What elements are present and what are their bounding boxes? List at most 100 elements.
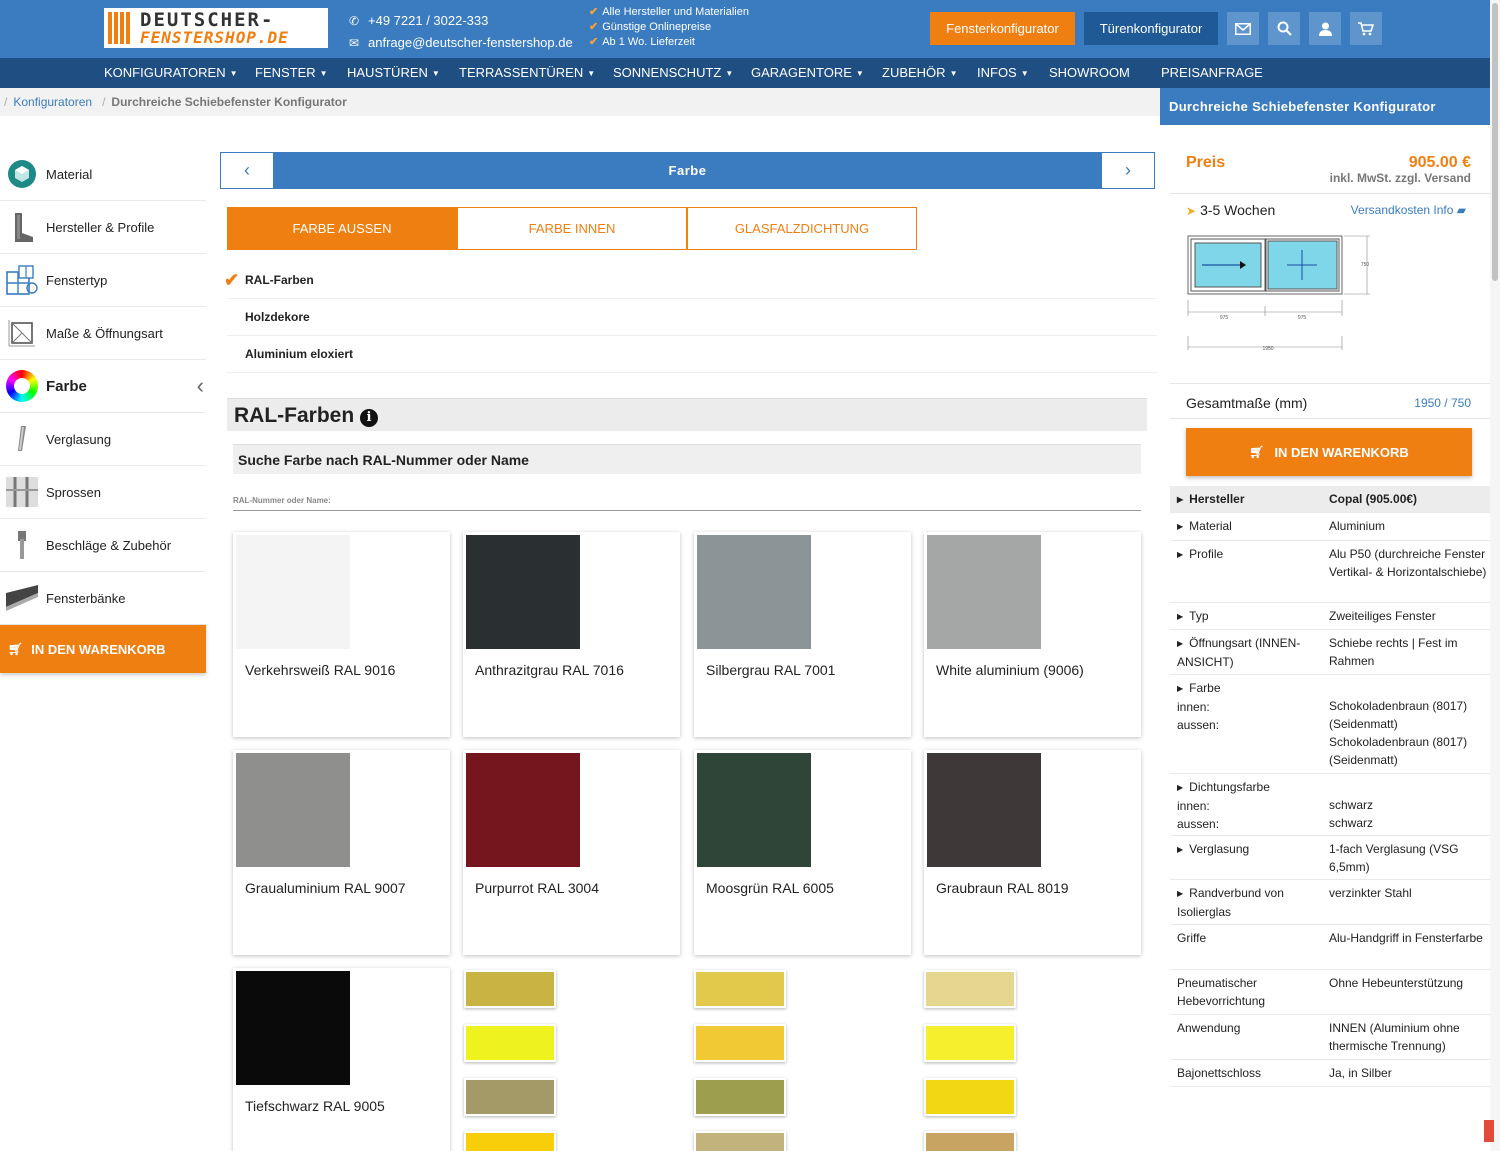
logo-line2: FENSTERSHOP.DE	[140, 27, 289, 47]
email-link[interactable]: anfrage@deutscher-fenstershop.de	[368, 35, 573, 50]
next-step-button[interactable]: ›	[1102, 153, 1154, 188]
spec-row[interactable]: ▶ Randverbund von Isolierglas verzinkter S…	[1170, 880, 1490, 925]
nav-item-konfiguratoren[interactable]: KONFIGURATOREN ▼	[104, 58, 238, 88]
step-sprossen[interactable]: Sprossen	[0, 466, 206, 519]
step-fenstertyp[interactable]: Fenstertyp	[0, 254, 206, 307]
spec-value: Schokoladenbraun (8017) (Seidenmatt) Sch…	[1329, 699, 1468, 767]
spec-key: Griffe	[1177, 931, 1207, 945]
color-swatch-tile[interactable]	[464, 1078, 556, 1116]
dimensions-icon	[4, 315, 40, 351]
spec-row[interactable]: ▶ Typ Zweiteiliges Fenster	[1170, 603, 1490, 630]
color-swatch-tile[interactable]	[694, 970, 786, 1008]
step-fensterbaenke[interactable]: Fensterbänke	[0, 572, 206, 625]
breadcrumb-link[interactable]: Konfiguratoren	[13, 95, 92, 109]
prev-step-button[interactable]: ‹	[221, 153, 273, 188]
search-input[interactable]	[233, 510, 1141, 511]
color-swatch	[466, 972, 554, 1006]
color-swatch-tile[interactable]	[924, 970, 1016, 1008]
color-card[interactable]: Tiefschwarz RAL 9005	[233, 968, 450, 1151]
tab-glasfalzdichtung[interactable]: GLASFALZDICHTUNG	[687, 207, 917, 250]
nav-item-fenster[interactable]: FENSTER ▼	[255, 58, 328, 88]
spec-row: Bajonettschloss Ja, in Silber	[1170, 1060, 1490, 1087]
spec-row[interactable]: ▶ Farbe innen: aussen: Schokoladenbraun (…	[1170, 675, 1490, 774]
color-swatch-tile[interactable]	[924, 1078, 1016, 1116]
color-swatch-tile[interactable]	[464, 970, 556, 1008]
color-swatch	[926, 1133, 1014, 1151]
user-icon[interactable]	[1309, 12, 1341, 45]
scrollbar-thumb[interactable]	[1492, 3, 1498, 281]
nav-item-garagentore[interactable]: GARAGENTORE ▼	[751, 58, 864, 88]
nav-item-terrassentueren[interactable]: TERRASSENTÜREN ▼	[459, 58, 595, 88]
shipping-info-link[interactable]: Versandkosten Info ▰	[1351, 203, 1466, 217]
color-card[interactable]: Moosgrün RAL 6005	[694, 750, 911, 955]
logo[interactable]: DEUTSCHER- FENSTERSHOP.DE	[104, 8, 328, 48]
step-farbe[interactable]: Farbe ‹	[0, 360, 206, 413]
color-swatch-tile[interactable]	[694, 1024, 786, 1062]
divider	[1170, 418, 1490, 419]
tab-farbe-aussen[interactable]: FARBE AUSSEN	[227, 207, 457, 250]
fensterkonfigurator-button[interactable]: Fensterkonfigurator	[930, 12, 1075, 45]
color-swatch-tile[interactable]	[924, 1024, 1016, 1062]
nav-item-zubehoer[interactable]: ZUBEHÖR ▼	[882, 58, 957, 88]
color-swatch	[927, 535, 1041, 649]
logo-mark-icon	[108, 12, 132, 44]
cart-icon[interactable]	[1350, 12, 1382, 45]
nav-item-infos[interactable]: INFOS ▼	[977, 58, 1029, 88]
spec-row[interactable]: ▶ Material Aluminium	[1170, 513, 1490, 541]
phone-number[interactable]: +49 7221 / 3022-333	[368, 13, 488, 28]
step-beschlaege-zubehoer[interactable]: Beschläge & Zubehör	[0, 519, 206, 572]
color-type-ral[interactable]: ✔ RAL-Farben	[224, 262, 1157, 299]
step-verglasung[interactable]: Verglasung	[0, 413, 206, 466]
color-card[interactable]: Silbergrau RAL 7001	[694, 532, 911, 737]
add-to-cart-button-sidebar[interactable]: 🛒︎ IN DEN WARENKORB	[1186, 428, 1472, 476]
divider	[1170, 193, 1490, 194]
spec-value: 1-fach Verglasung (VSG 6,5mm)	[1329, 842, 1459, 874]
search-icon[interactable]	[1268, 12, 1300, 45]
color-swatch-tile[interactable]	[464, 1024, 556, 1062]
delivery-time: ➤ 3-5 Wochen	[1186, 202, 1276, 218]
step-material[interactable]: Material	[0, 148, 206, 201]
color-swatch-tile[interactable]	[464, 1131, 556, 1151]
spec-row[interactable]: ▶ Dichtungsfarbe innen: aussen: schwarz s…	[1170, 774, 1490, 836]
color-card[interactable]: Purpurrot RAL 3004	[463, 750, 680, 955]
add-to-cart-button[interactable]: 🛒︎ IN DEN WARENKORB	[0, 625, 206, 673]
color-swatch-tile[interactable]	[694, 1131, 786, 1151]
spec-key: ▶ Material	[1177, 517, 1325, 536]
dim-left-label: 975	[1220, 315, 1229, 321]
nav-item-haustueren[interactable]: HAUSTÜREN ▼	[347, 58, 440, 88]
spec-row: Griffe Alu-Handgriff in Fensterfarbe	[1170, 925, 1490, 970]
color-swatch-tile[interactable]	[924, 1131, 1016, 1151]
expand-arrow-icon: ▶	[1177, 550, 1184, 559]
color-type-holzdekore[interactable]: Holzdekore	[227, 299, 1157, 336]
dim-total-label: 1950	[1262, 346, 1273, 352]
color-card[interactable]: White aluminium (9006)	[924, 532, 1141, 737]
spec-row[interactable]: ▶ Hersteller Copal (905.00€)	[1170, 486, 1490, 513]
mail-icon[interactable]	[1227, 12, 1259, 45]
color-card[interactable]: Verkehrsweiß RAL 9016	[233, 532, 450, 737]
dimensions-value: 1950 / 750	[1414, 396, 1471, 410]
spec-row: Pneumatischer Hebevorrichtung Ohne Hebeun…	[1170, 970, 1490, 1015]
step-hersteller-profile[interactable]: Hersteller & Profile	[0, 201, 206, 254]
tab-farbe-innen[interactable]: FARBE INNEN	[457, 207, 687, 250]
color-type-eloxiert[interactable]: Aluminium eloxiert	[227, 336, 1157, 373]
step-masse-oeffnungsart[interactable]: Maße & Öffnungsart	[0, 307, 206, 360]
spec-row[interactable]: ▶ Profile Alu P50 (durchreiche Fenster Ver…	[1170, 541, 1490, 603]
tuerenkonfigurator-button[interactable]: Türenkonfigurator	[1084, 12, 1218, 45]
nav-item-sonnenschutz[interactable]: SONNENSCHUTZ ▼	[613, 58, 733, 88]
color-card[interactable]: Graubraun RAL 8019	[924, 750, 1141, 955]
caret-down-icon: ▼	[431, 68, 440, 78]
info-icon[interactable]: i	[360, 409, 379, 427]
caret-down-icon: ▼	[725, 68, 734, 78]
color-card[interactable]: Graualuminium RAL 9007	[233, 750, 450, 955]
page: DEUTSCHER- FENSTERSHOP.DE ✆ +49 7221 / 30…	[0, 0, 1500, 1151]
color-card[interactable]: Anthrazitgrau RAL 7016	[463, 532, 680, 737]
expand-arrow-icon: ▶	[1177, 845, 1184, 854]
spec-row[interactable]: ▶ Öffnungsart (INNEN-ANSICHT) Schiebe rech…	[1170, 630, 1490, 675]
nav-item-showroom[interactable]: SHOWROOM	[1049, 58, 1130, 88]
color-swatch-tile[interactable]	[694, 1078, 786, 1116]
feedback-tab[interactable]	[1484, 1120, 1494, 1142]
color-swatch	[927, 753, 1041, 867]
nav-item-preisanfrage[interactable]: PREISANFRAGE	[1161, 58, 1263, 88]
color-name: Purpurrot RAL 3004	[475, 880, 599, 896]
spec-row[interactable]: ▶ Verglasung 1-fach Verglasung (VSG 6,5mm)	[1170, 836, 1490, 880]
